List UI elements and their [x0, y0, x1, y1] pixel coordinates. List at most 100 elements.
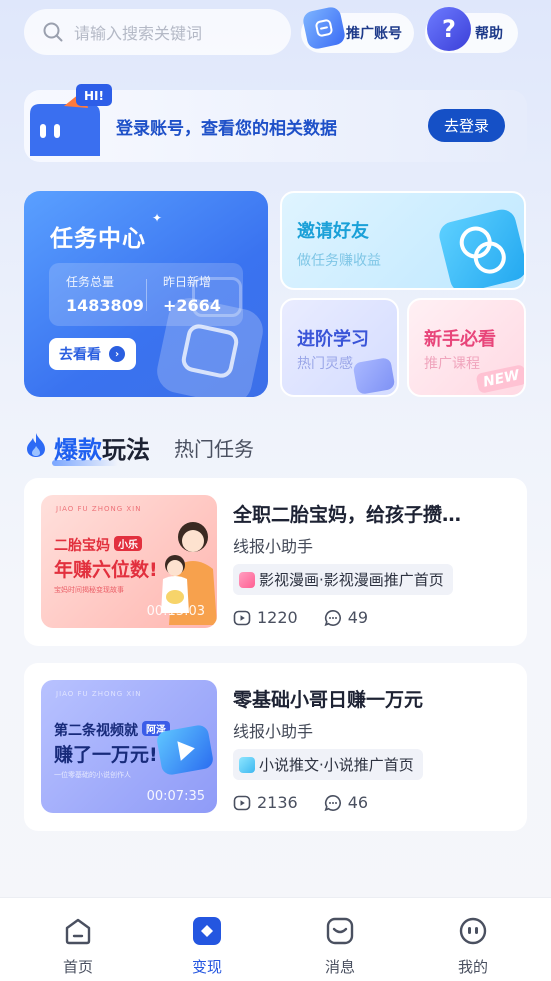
section-title-rest: 玩法 — [102, 436, 150, 464]
mascot-icon: HI! — [30, 84, 112, 156]
video-title: 全职二胎宝妈，给孩子攒… — [233, 504, 462, 526]
thumb-line1: 第二条视频就 阿泽 — [54, 720, 170, 740]
message-icon — [326, 917, 354, 945]
search-icon — [43, 22, 63, 42]
category-tag[interactable]: 影视漫画·影视漫画推广首页 — [233, 564, 453, 595]
category-label: 小说推文·小说推广首页 — [259, 756, 414, 774]
search-bar[interactable]: 请输入搜索关键词 — [24, 9, 291, 55]
thumb-line1-text: 第二条视频就 — [54, 723, 138, 739]
section-title-highlight: 爆款 — [54, 436, 102, 464]
thumb-line2: 赚了一万元! — [54, 744, 158, 766]
nav-item-home[interactable]: 首页 — [48, 916, 108, 977]
advanced-learning-card[interactable]: 进阶学习 热门灵感 — [280, 298, 399, 397]
video-card[interactable]: JIAO FU ZHONG XIN 第二条视频就 阿泽 赚了一万元! 一位零基础的… — [24, 663, 527, 831]
chevron-right-icon: › — [109, 346, 125, 362]
video-author: 线报小助手 — [233, 537, 314, 556]
video-meta: 2136 46 — [233, 793, 394, 812]
new-badge: NEW — [475, 364, 524, 394]
thumb-line3: 一位零基础的小说创作人 — [54, 771, 131, 779]
comment-count-value: 46 — [347, 793, 369, 812]
task-new-stat: 昨日新增 +2664 — [163, 273, 221, 315]
newbie-guide-card[interactable]: 新手必看 推广课程 NEW — [407, 298, 526, 397]
video-thumbnail[interactable]: JIAO FU ZHONG XIN 二胎宝妈 小乐 年赚六位数! 宝妈时间揭秘变现… — [41, 495, 217, 628]
promo-account-icon — [301, 5, 347, 51]
gift-icon — [239, 571, 255, 588]
video-thumbnail[interactable]: JIAO FU ZHONG XIN 第二条视频就 阿泽 赚了一万元! 一位零基础的… — [41, 680, 217, 813]
book-tag-icon — [239, 756, 255, 773]
login-button[interactable]: 去登录 — [428, 109, 505, 142]
stats-divider — [146, 279, 147, 311]
category-label: 影视漫画·影视漫画推广首页 — [259, 571, 444, 589]
task-center-card[interactable]: 任务中心 ✦ 任务总量 1483809 昨日新增 +2664 去看看 › — [24, 191, 268, 397]
play-icon — [155, 723, 215, 777]
video-meta: 1220 49 — [233, 608, 394, 627]
login-banner: HI! 登录账号，查看您的相关数据 去登录 — [24, 84, 527, 162]
nav-label-monetize: 变现 — [191, 958, 222, 976]
search-input[interactable]: 请输入搜索关键词 — [74, 20, 202, 44]
newbie-subtitle: 推广课程 — [424, 356, 480, 372]
view-count: 1220 — [233, 608, 298, 627]
nav-label-messages: 消息 — [324, 958, 355, 976]
view-count-value: 2136 — [257, 793, 298, 812]
video-card[interactable]: JIAO FU ZHONG XIN 二胎宝妈 小乐 年赚六位数! 宝妈时间揭秘变现… — [24, 478, 527, 646]
video-duration: 00:07:35 — [146, 789, 205, 804]
thumb-line1-text: 二胎宝妈 — [54, 538, 110, 554]
sparkle-icon: ✦ — [152, 211, 163, 225]
top-bar: 请输入搜索关键词 推广账号 ? 帮助 — [24, 5, 527, 55]
category-tag[interactable]: 小说推文·小说推广首页 — [233, 749, 423, 780]
thumb-watermark: JIAO FU ZHONG XIN — [56, 690, 142, 698]
profile-icon — [459, 917, 487, 945]
view-tasks-button[interactable]: 去看看 › — [49, 338, 136, 370]
link-icon — [436, 206, 524, 288]
monetize-icon — [193, 917, 221, 945]
task-total-value: 1483809 — [66, 296, 144, 315]
learn-subtitle: 热门灵感 — [297, 356, 353, 372]
bottom-nav: 首页 变现 消息 我的 — [0, 897, 551, 981]
play-count-icon — [233, 610, 251, 625]
nav-item-messages[interactable]: 消息 — [310, 916, 370, 977]
thumb-line2: 年赚六位数! — [54, 559, 158, 581]
invite-subtitle: 做任务赚收益 — [297, 253, 381, 269]
comment-icon — [324, 794, 341, 811]
mascot-badge: HI! — [84, 89, 104, 103]
comment-count: 46 — [324, 793, 368, 812]
login-message: 登录账号，查看您的相关数据 — [116, 119, 337, 139]
comment-count: 49 — [324, 608, 368, 627]
nav-item-profile[interactable]: 我的 — [443, 916, 503, 977]
video-author: 线报小助手 — [233, 722, 314, 741]
help-button[interactable]: ? 帮助 — [425, 7, 518, 53]
comment-icon — [324, 609, 341, 626]
invite-friends-card[interactable]: 邀请好友 做任务赚收益 — [280, 191, 526, 290]
view-count: 2136 — [233, 793, 298, 812]
help-icon: ? — [427, 7, 471, 51]
thumb-line3: 宝妈时间揭秘变现故事 — [54, 586, 124, 594]
home-icon — [65, 918, 91, 945]
newbie-title: 新手必看 — [424, 329, 496, 350]
help-label: 帮助 — [475, 26, 503, 42]
task-center-title: 任务中心 — [50, 226, 146, 252]
task-new-value: +2664 — [163, 296, 221, 315]
comment-count-value: 49 — [347, 608, 369, 627]
play-count-icon — [233, 795, 251, 810]
nav-label-home: 首页 — [62, 958, 93, 976]
nav-item-monetize[interactable]: 变现 — [177, 916, 237, 977]
nav-label-profile: 我的 — [457, 958, 488, 976]
thumb-tag: 小乐 — [114, 536, 142, 551]
invite-title: 邀请好友 — [297, 221, 369, 242]
video-title: 零基础小哥日赚一万元 — [233, 689, 424, 711]
promo-account-button[interactable]: 推广账号 — [301, 5, 414, 53]
task-new-label: 昨日新增 — [163, 275, 212, 289]
task-total-stat: 任务总量 1483809 — [66, 273, 144, 315]
thumb-watermark: JIAO FU ZHONG XIN — [56, 505, 142, 513]
video-duration: 00:13:03 — [146, 604, 205, 619]
tab-hot-tasks[interactable]: 热门任务 — [174, 433, 254, 462]
view-tasks-label: 去看看 — [59, 347, 101, 363]
task-total-label: 任务总量 — [66, 275, 115, 289]
book-icon — [352, 356, 396, 395]
thumb-line1: 二胎宝妈 小乐 — [54, 535, 142, 555]
task-stats: 任务总量 1483809 昨日新增 +2664 — [49, 263, 243, 326]
learn-title: 进阶学习 — [297, 329, 369, 350]
view-count-value: 1220 — [257, 608, 298, 627]
section-title[interactable]: 爆款玩法 — [54, 430, 150, 465]
promo-account-label: 推广账号 — [346, 26, 402, 42]
